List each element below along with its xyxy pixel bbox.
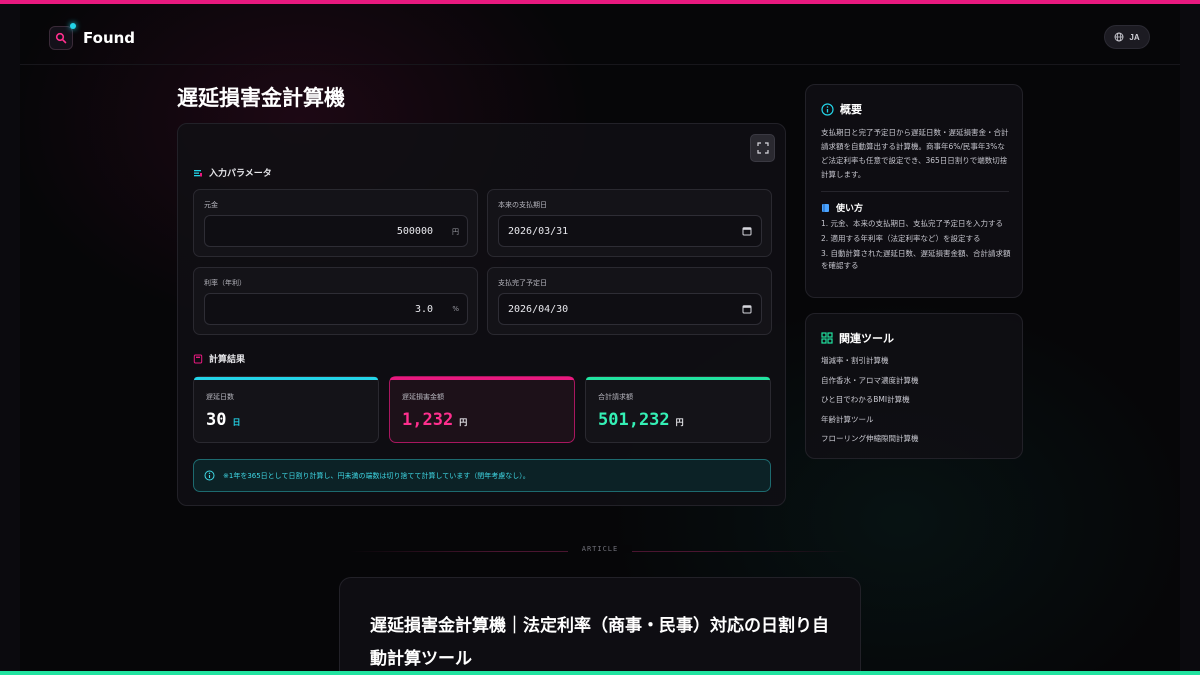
calculator-panel: 入力パラメータ 元金 500000 円 本来の支払期日 2026/03/31 利… xyxy=(177,123,786,506)
calendar-icon[interactable] xyxy=(742,304,752,314)
article-section-label: ARTICLE xyxy=(568,545,632,553)
note-text: ※1年を365日として日割り計算し、円未満の端数は切り捨てて計算しています（閏年… xyxy=(223,471,530,480)
related-tools-list: 増減率・割引計算機 自作香水・アロマ濃度計算機 ひと目でわかるBMI計算機 年齢… xyxy=(821,355,919,453)
article-card: 遅延損害金計算機｜法定利率（商事・民事）対応の日割り自動計算ツール xyxy=(339,577,861,675)
related-tools-card: 関連ツール 増減率・割引計算機 自作香水・アロマ濃度計算機 ひと目でわかるBMI… xyxy=(805,313,1023,459)
overview-card: 概要 支払期日と完了予定日から遅延日数・遅延損害金・合計請求額を自動算出する計算… xyxy=(805,84,1023,298)
payment-date-input[interactable]: 2026/04/30 xyxy=(498,293,762,325)
total-result: 501,232 円 xyxy=(598,410,684,430)
damages-label: 遅延損害金額 xyxy=(402,393,444,401)
related-tool-link[interactable]: 増減率・割引計算機 xyxy=(821,355,919,375)
overview-title: 概要 xyxy=(840,103,862,116)
bottom-accent-bar xyxy=(0,671,1200,675)
calculation-note: ※1年を365日として日割り計算し、円未満の端数は切り捨てて計算しています（閏年… xyxy=(193,459,771,492)
payment-date-field: 支払完了予定日 2026/04/30 xyxy=(487,267,772,335)
logo-link[interactable]: Found xyxy=(49,23,136,50)
related-tools-title: 関連ツール xyxy=(839,332,894,345)
related-tool-link[interactable]: ひと目でわかるBMI計算機 xyxy=(821,394,919,414)
principal-label: 元金 xyxy=(204,201,218,209)
due-date-field: 本来の支払期日 2026/03/31 xyxy=(487,189,772,257)
usage-step: 1. 元金、本来の支払期日、支払完了予定日を入力する xyxy=(821,219,1004,228)
result-section-heading: 計算結果 xyxy=(193,352,245,365)
book-icon xyxy=(822,203,829,212)
usage-step: 2. 適用する年利率（法定利率など）を設定する xyxy=(821,234,981,243)
total-value: 501,232 xyxy=(598,410,670,430)
rate-unit: % xyxy=(452,305,459,313)
language-label: JA xyxy=(1129,32,1140,42)
logo-text: Found xyxy=(83,29,136,47)
total-label: 合計請求額 xyxy=(598,393,633,401)
search-icon xyxy=(49,23,76,50)
rate-value: 3.0 xyxy=(414,303,433,315)
principal-input[interactable]: 500000 円 xyxy=(204,215,468,247)
rate-input[interactable]: 3.0 % xyxy=(204,293,468,325)
fullscreen-button[interactable] xyxy=(750,134,775,162)
related-tool-link[interactable]: 年齢計算ツール xyxy=(821,414,919,434)
damages-card: 遅延損害金額 1,232 円 xyxy=(389,376,575,443)
overview-heading: 概要 xyxy=(821,101,862,117)
card-accent-bar xyxy=(194,377,378,380)
delay-days-label: 遅延日数 xyxy=(206,393,234,401)
rate-label: 利率（年利） xyxy=(204,279,246,287)
usage-heading: 使い方 xyxy=(821,201,863,214)
total-card: 合計請求額 501,232 円 xyxy=(585,376,771,443)
delay-days-card: 遅延日数 30 日 xyxy=(193,376,379,443)
page-title: 遅延損害金計算機 xyxy=(177,86,345,110)
sliders-icon xyxy=(194,169,202,176)
right-frame xyxy=(1180,4,1200,671)
info-icon xyxy=(821,102,834,116)
due-date-label: 本来の支払期日 xyxy=(498,201,547,209)
card-accent-bar xyxy=(390,377,574,380)
delay-days-value: 30 xyxy=(206,410,227,430)
damages-unit: 円 xyxy=(459,418,468,427)
usage-title: 使い方 xyxy=(836,204,864,214)
logo-dot xyxy=(70,23,76,29)
payment-date-value: 2026/04/30 xyxy=(508,303,569,315)
damages-result: 1,232 円 xyxy=(402,410,467,430)
site-header: Found JA xyxy=(20,4,1180,65)
principal-unit: 円 xyxy=(452,228,459,236)
article-title: 遅延損害金計算機｜法定利率（商事・民事）対応の日割り自動計算ツール xyxy=(370,616,829,669)
result-section-label: 計算結果 xyxy=(209,355,246,365)
damages-value: 1,232 xyxy=(402,410,454,430)
input-section-heading: 入力パラメータ xyxy=(193,166,272,179)
calendar-icon[interactable] xyxy=(742,226,752,236)
delay-days-unit: 日 xyxy=(232,418,241,427)
usage-steps: 1. 元金、本来の支払期日、支払完了予定日を入力する 2. 適用する年利率（法定… xyxy=(821,218,1011,275)
related-tool-link[interactable]: フローリング伸縮隙間計算機 xyxy=(821,433,919,453)
due-date-value: 2026/03/31 xyxy=(508,225,569,237)
principal-value: 500000 xyxy=(396,225,433,237)
due-date-input[interactable]: 2026/03/31 xyxy=(498,215,762,247)
overview-text: 支払期日と完了予定日から遅延日数・遅延損害金・合計請求額を自動算出する計算機。商… xyxy=(821,128,1009,179)
info-icon xyxy=(204,470,215,481)
delay-days-result: 30 日 xyxy=(206,410,240,430)
related-tools-heading: 関連ツール xyxy=(821,330,894,346)
principal-field: 元金 500000 円 xyxy=(193,189,478,257)
usage-step: 3. 自動計算された遅延日数、遅延損害金額、合計請求額を確認する xyxy=(821,249,1011,270)
total-unit: 円 xyxy=(675,418,684,427)
card-accent-bar xyxy=(586,377,770,380)
related-tool-link[interactable]: 自作香水・アロマ濃度計算機 xyxy=(821,375,919,395)
payment-date-label: 支払完了予定日 xyxy=(498,279,547,287)
rate-field: 利率（年利） 3.0 % xyxy=(193,267,478,335)
fullscreen-icon xyxy=(756,142,769,154)
language-button[interactable]: JA xyxy=(1104,25,1150,49)
calculator-icon xyxy=(193,354,203,363)
left-frame xyxy=(0,4,20,671)
grid-icon xyxy=(821,332,833,344)
divider xyxy=(821,191,1009,192)
input-section-label: 入力パラメータ xyxy=(209,169,272,179)
globe-icon xyxy=(1114,32,1124,42)
